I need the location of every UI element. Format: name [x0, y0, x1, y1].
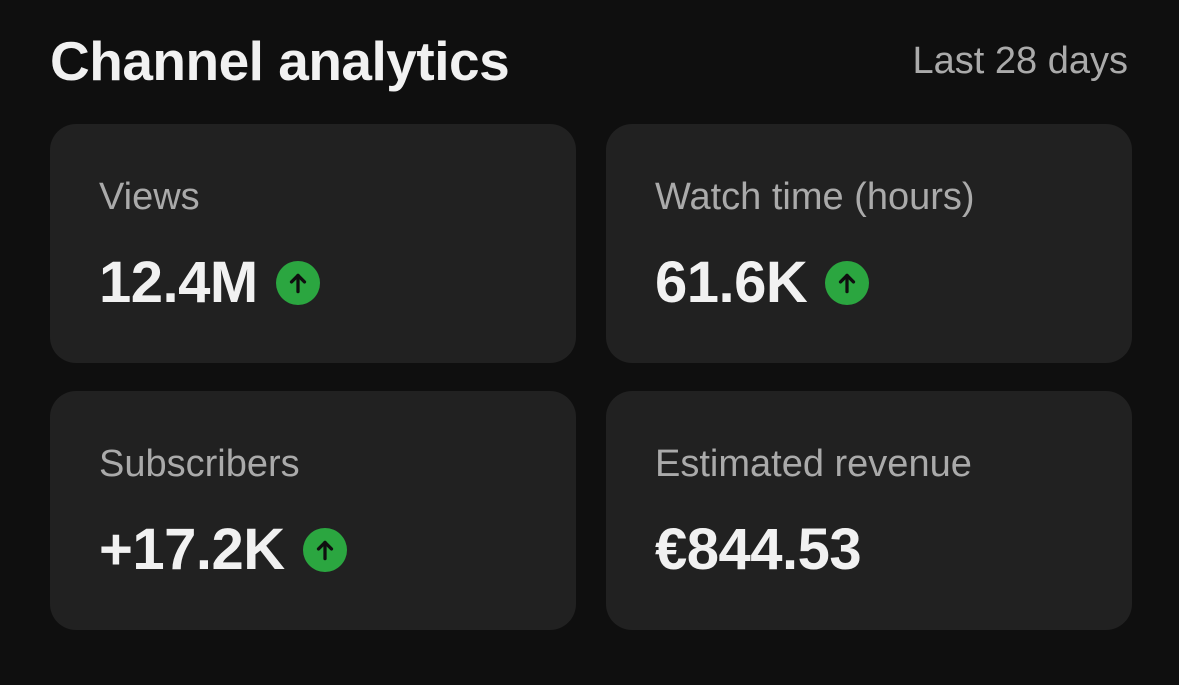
arrow-up-icon [302, 527, 347, 572]
page-title: Channel analytics [50, 30, 510, 92]
revenue-label: Estimated revenue [655, 443, 972, 485]
watch-time-value: 61.6K [655, 250, 808, 315]
watch-time-label: Watch time (hours) [655, 176, 975, 218]
views-label: Views [99, 176, 200, 218]
subscribers-value-row: +17.2K [99, 516, 347, 583]
arrow-up-icon [275, 260, 320, 305]
date-range-label[interactable]: Last 28 days [913, 40, 1128, 83]
subscribers-value: +17.2K [99, 517, 285, 582]
views-card[interactable]: Views 12.4M [50, 124, 576, 363]
revenue-card[interactable]: Estimated revenue €844.53 [606, 391, 1132, 630]
analytics-header: Channel analytics Last 28 days [50, 26, 1128, 96]
revenue-value-row: €844.53 [655, 516, 862, 583]
watch-time-card[interactable]: Watch time (hours) 61.6K [606, 124, 1132, 363]
subscribers-label: Subscribers [99, 443, 300, 485]
views-value-row: 12.4M [99, 249, 320, 316]
arrow-up-icon [825, 260, 870, 305]
metrics-grid: Views 12.4M Watch time (hours) 61.6K Sub… [50, 124, 1132, 630]
subscribers-card[interactable]: Subscribers +17.2K [50, 391, 576, 630]
revenue-value: €844.53 [655, 517, 862, 582]
watch-time-value-row: 61.6K [655, 249, 870, 316]
views-value: 12.4M [99, 250, 258, 315]
